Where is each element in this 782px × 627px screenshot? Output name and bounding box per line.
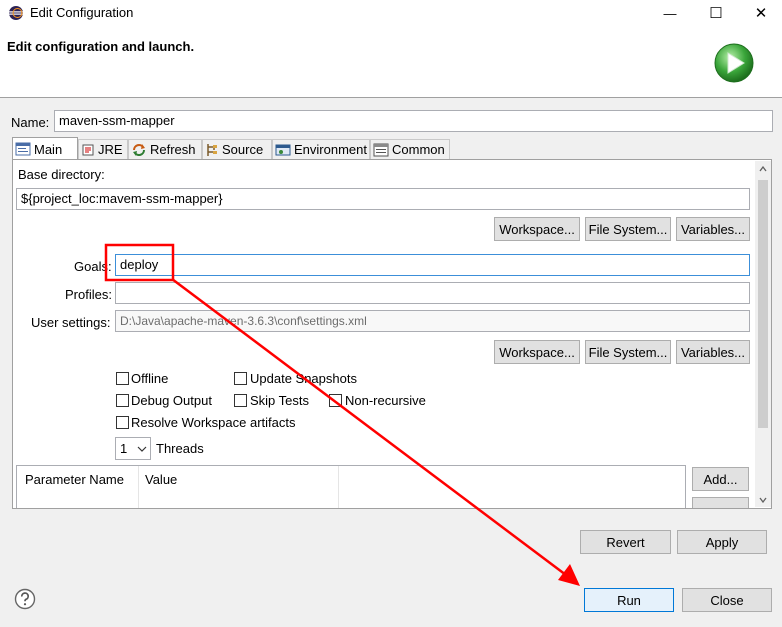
annotation-overlay [104,243,580,586]
annotation-arrow-line [171,278,571,579]
highlight-box [104,243,175,282]
annotation-arrowhead [558,564,580,586]
